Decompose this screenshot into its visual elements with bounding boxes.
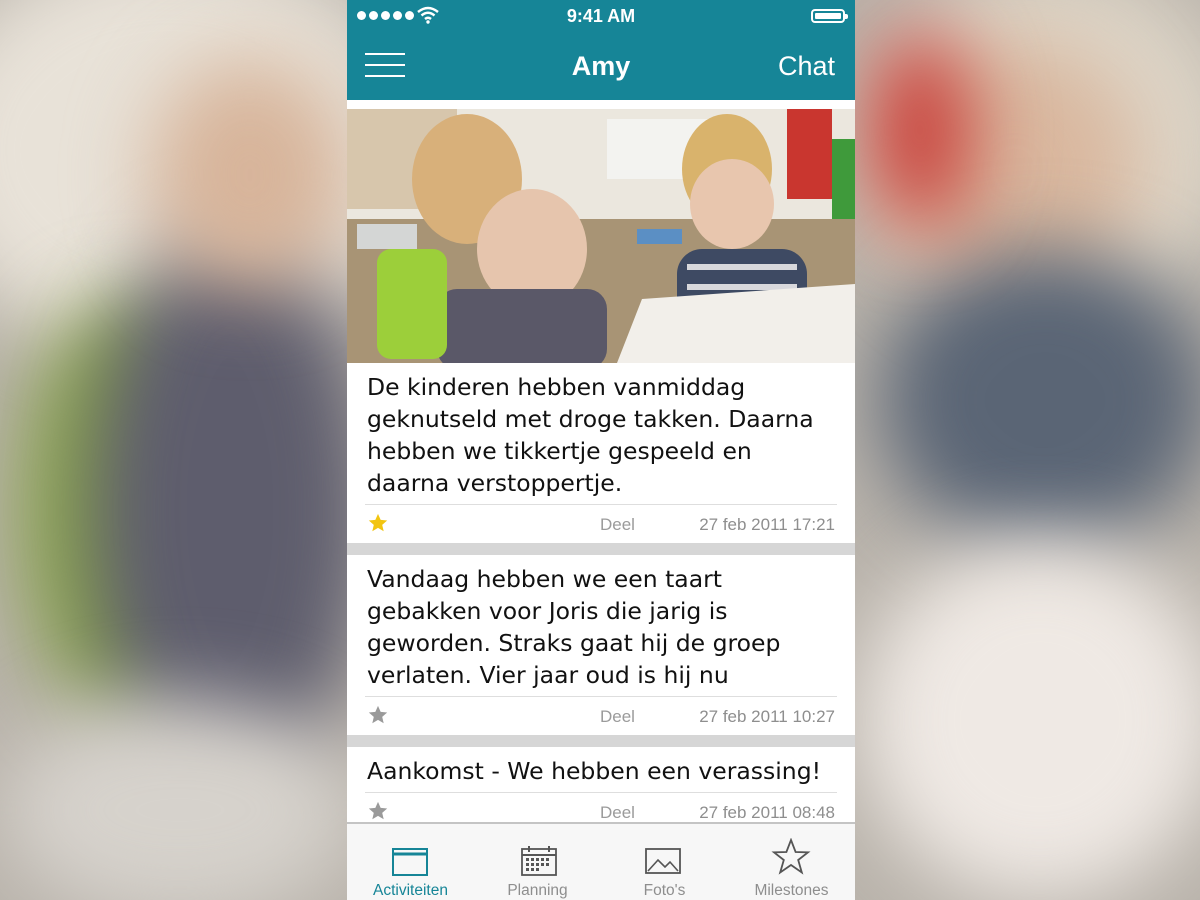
- star-icon: [771, 838, 811, 875]
- activity-text: De kinderen hebben vanmiddag geknutseld …: [367, 373, 814, 497]
- timestamp: 27 feb 2011 10:27: [699, 707, 835, 726]
- activity-text: Aankomst - We hebben een verassing!: [367, 757, 822, 785]
- photo-icon: [645, 848, 681, 874]
- tab-milestones[interactable]: Milestones: [728, 824, 855, 900]
- timestamp: 27 feb 2011 08:48: [699, 803, 835, 822]
- feed-item: De kinderen hebben vanmiddag geknutseld …: [347, 100, 855, 543]
- star-filled-icon[interactable]: [367, 512, 389, 534]
- navigation-bar: Amy Chat: [347, 34, 855, 100]
- calendar-icon: [521, 846, 557, 876]
- status-bar: 9:41 AM: [347, 0, 855, 34]
- activity-photo[interactable]: [347, 100, 855, 363]
- divider: [347, 543, 855, 555]
- divider: [347, 735, 855, 747]
- tab-label: Activiteiten: [373, 882, 448, 899]
- activity-text: Vandaag hebben we een taart gebakken voo…: [367, 565, 781, 689]
- tab-activiteiten[interactable]: Activiteiten: [347, 824, 474, 900]
- tab-planning[interactable]: Planning: [474, 824, 601, 900]
- activity-icon: [392, 848, 428, 876]
- chat-button[interactable]: Chat: [778, 51, 835, 82]
- activity-footer: Deel 27 feb 2011 17:21: [365, 504, 837, 543]
- activity-feed: De kinderen hebben vanmiddag geknutseld …: [347, 100, 855, 822]
- feed-item: Aankomst - We hebben een verassing! Deel…: [347, 747, 855, 822]
- share-button[interactable]: Deel: [600, 707, 635, 727]
- share-button[interactable]: Deel: [600, 803, 635, 822]
- tab-fotos[interactable]: Foto's: [601, 824, 728, 900]
- timestamp: 27 feb 2011 17:21: [699, 515, 835, 534]
- status-time: 9:41 AM: [566, 6, 636, 26]
- star-outline-icon[interactable]: [367, 704, 389, 726]
- tab-bar: Activiteiten Planning Foto's Milestones: [347, 822, 855, 900]
- battery-icon: [811, 9, 848, 23]
- tab-label: Planning: [507, 882, 568, 899]
- share-button[interactable]: Deel: [600, 515, 635, 535]
- tab-label: Milestones: [754, 882, 829, 899]
- activity-footer: Deel 27 feb 2011 08:48: [365, 792, 837, 822]
- feed-item: Vandaag hebben we een taart gebakken voo…: [347, 555, 855, 735]
- tab-label: Foto's: [643, 882, 686, 899]
- activity-footer: Deel 27 feb 2011 10:27: [365, 696, 837, 735]
- star-outline-icon[interactable]: [367, 800, 389, 822]
- phone-screen: 9:41 AM Amy Chat De kinderen hebben vanm…: [347, 0, 855, 900]
